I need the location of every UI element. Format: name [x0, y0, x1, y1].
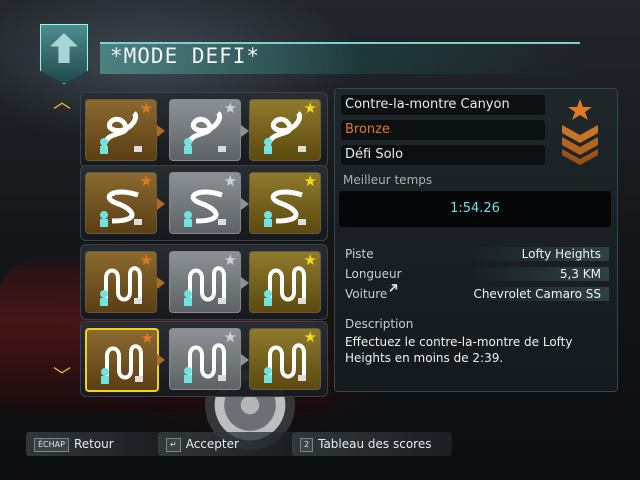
- challenge-tile-gold[interactable]: ★: [249, 328, 321, 390]
- challenge-medal: Bronze: [341, 120, 545, 140]
- silver-star-icon: ★: [223, 99, 237, 117]
- scroll-up-chevron-icon[interactable]: ︿: [52, 94, 72, 112]
- back-label: Retour: [73, 437, 114, 451]
- progression-arrow-icon: [241, 198, 249, 210]
- bronze-medal-badge-icon: [562, 99, 598, 165]
- track-value: Lofty Heights: [521, 247, 601, 261]
- detail-track: Piste Lofty Heights: [339, 244, 609, 264]
- challenge-tile-bronze[interactable]: ★: [85, 251, 157, 313]
- progression-arrow-icon: [157, 277, 165, 289]
- challenge-tile-gold[interactable]: ★: [249, 251, 321, 313]
- challenge-tile-bronze[interactable]: ★: [85, 328, 159, 392]
- challenge-mode: Défi Solo: [341, 145, 545, 165]
- best-time-label: Meilleur temps: [343, 173, 433, 187]
- page-title: *MODE DEFI*: [110, 44, 261, 68]
- challenge-row: ★ ★ ★: [80, 165, 328, 241]
- challenge-tile-bronze[interactable]: ★: [85, 172, 157, 234]
- challenge-info-panel: Contre-la-montre Canyon Bronze Défi Solo…: [334, 88, 618, 392]
- detail-car: Voiture Chevrolet Camaro SS: [339, 284, 609, 304]
- bronze-star-icon: ★: [139, 251, 153, 269]
- enter-key-icon: ↵: [166, 437, 181, 452]
- length-value: 5,3 KM: [559, 267, 601, 281]
- challenge-row: ★ ★ ★: [80, 244, 328, 320]
- escape-key-icon: ÉCHAP: [34, 437, 69, 452]
- leaderboard-button[interactable]: 2 Tableau des scores: [292, 432, 452, 456]
- challenge-tile-gold[interactable]: ★: [249, 172, 321, 234]
- gold-star-icon: ★: [303, 99, 317, 117]
- challenge-tile-silver[interactable]: ★: [169, 328, 241, 390]
- description-text: Effectuez le contre-la-montre de Lofty H…: [345, 335, 573, 365]
- best-time-value: 1:54.26: [339, 191, 611, 227]
- detail-length: Longueur 5,3 KM: [339, 264, 609, 284]
- challenge-tile-silver[interactable]: ★: [169, 172, 241, 234]
- gold-star-icon: ★: [303, 328, 317, 346]
- challenge-name: Contre-la-montre Canyon: [341, 95, 545, 115]
- description-label: Description: [345, 317, 414, 331]
- silver-star-icon: ★: [223, 251, 237, 269]
- challenge-tile-gold[interactable]: ★: [249, 99, 321, 161]
- accept-button[interactable]: ↵ Accepter: [158, 432, 294, 456]
- key-2-icon: 2: [300, 437, 314, 452]
- track-label: Piste: [345, 247, 374, 261]
- progression-arrow-icon: [241, 125, 249, 137]
- car-value: Chevrolet Camaro SS: [473, 287, 601, 301]
- gold-star-icon: ★: [303, 172, 317, 190]
- silver-star-icon: ★: [223, 328, 237, 346]
- bronze-star-icon: ★: [139, 99, 153, 117]
- progression-arrow-icon: [157, 198, 165, 210]
- mode-emblem-icon: [40, 24, 88, 84]
- bronze-star-icon: ★: [139, 172, 153, 190]
- leaderboard-label: Tableau des scores: [318, 437, 432, 451]
- silver-star-icon: ★: [223, 172, 237, 190]
- challenge-tile-silver[interactable]: ★: [169, 99, 241, 161]
- challenge-tile-bronze[interactable]: ★: [85, 99, 157, 161]
- header: *MODE DEFI*: [40, 24, 600, 84]
- challenge-row: ★ ★ ★: [80, 92, 328, 168]
- progression-arrow-icon: [241, 277, 249, 289]
- progression-arrow-icon: [157, 125, 165, 137]
- car-label: Voiture: [345, 287, 388, 301]
- progression-arrow-icon: [157, 354, 165, 366]
- scroll-down-chevron-icon[interactable]: ﹀: [52, 368, 72, 386]
- accept-label: Accepter: [185, 437, 239, 451]
- bronze-star-icon: ★: [140, 329, 154, 347]
- progression-arrow-icon: [241, 354, 249, 366]
- challenge-tile-silver[interactable]: ★: [169, 251, 241, 313]
- back-button[interactable]: ÉCHAP Retour: [26, 432, 160, 456]
- gold-star-icon: ★: [303, 251, 317, 269]
- challenge-row: ★ ★ ★: [80, 321, 328, 397]
